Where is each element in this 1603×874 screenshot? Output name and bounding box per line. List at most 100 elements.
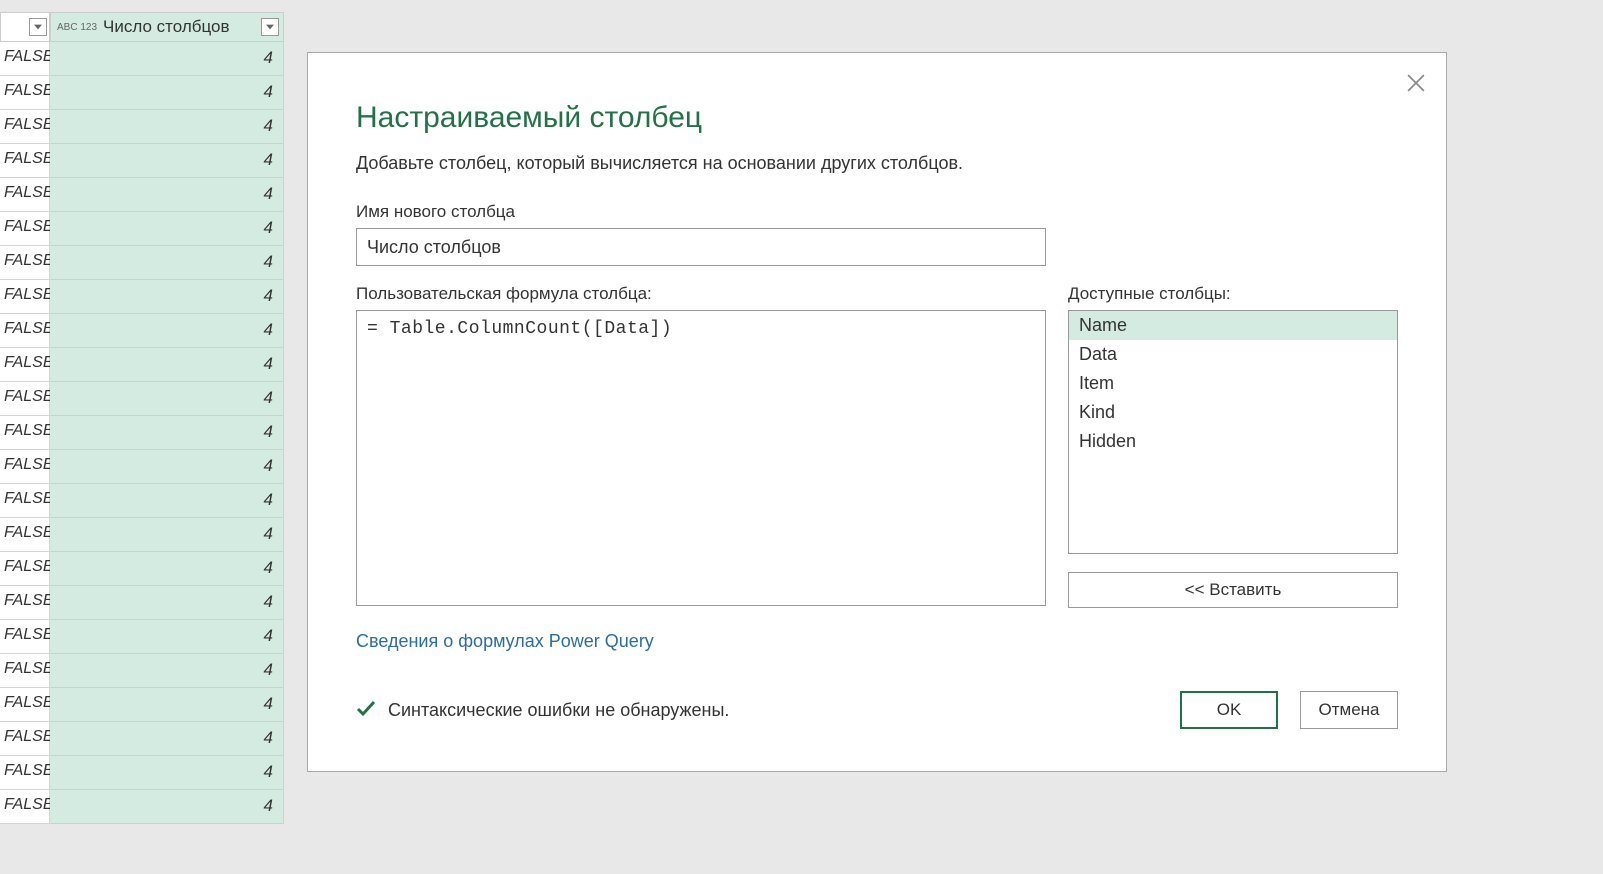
dialog-subtitle: Добавьте столбец, который вычисляется на… [356, 153, 1398, 174]
cell-col2: 4 [50, 246, 284, 280]
table-row[interactable]: FALSE4 [0, 484, 284, 518]
cancel-button[interactable]: Отмена [1300, 691, 1398, 729]
table-row[interactable]: FALSE4 [0, 586, 284, 620]
cell-col2: 4 [50, 144, 284, 178]
close-icon [1407, 74, 1425, 92]
cell-col1: FALSE [0, 450, 50, 484]
cell-col2: 4 [50, 722, 284, 756]
cell-col1: FALSE [0, 178, 50, 212]
cell-col1: FALSE [0, 246, 50, 280]
cell-col1: FALSE [0, 484, 50, 518]
available-columns-list[interactable]: NameDataItemKindHidden [1068, 310, 1398, 554]
table-row[interactable]: FALSE4 [0, 688, 284, 722]
cell-col1: FALSE [0, 756, 50, 790]
cell-col1: FALSE [0, 552, 50, 586]
cell-col2: 4 [50, 178, 284, 212]
help-link[interactable]: Сведения о формулах Power Query [356, 631, 654, 652]
table-row[interactable]: FALSE4 [0, 552, 284, 586]
cell-col1: FALSE [0, 586, 50, 620]
table-row[interactable]: FALSE4 [0, 314, 284, 348]
table-row[interactable]: FALSE4 [0, 620, 284, 654]
table-row[interactable]: FALSE4 [0, 654, 284, 688]
cell-col2: 4 [50, 552, 284, 586]
cell-col2: 4 [50, 382, 284, 416]
dropdown-button[interactable] [29, 18, 47, 36]
cell-col2: 4 [50, 790, 284, 824]
chevron-down-icon [266, 24, 274, 30]
cell-col1: FALSE [0, 722, 50, 756]
cell-col2: 4 [50, 280, 284, 314]
cell-col1: FALSE [0, 620, 50, 654]
table-row[interactable]: FALSE4 [0, 382, 284, 416]
cell-col2: 4 [50, 654, 284, 688]
status-text: Синтаксические ошибки не обнаружены. [388, 700, 729, 721]
cell-col1: FALSE [0, 348, 50, 382]
table-row[interactable]: FALSE4 [0, 246, 284, 280]
insert-button[interactable]: << Вставить [1068, 572, 1398, 608]
ok-button[interactable]: OK [1180, 691, 1278, 729]
cell-col2: 4 [50, 42, 284, 76]
cell-col1: FALSE [0, 416, 50, 450]
list-item[interactable]: Data [1069, 340, 1397, 369]
cell-col2: 4 [50, 688, 284, 722]
cell-col2: 4 [50, 416, 284, 450]
table-row[interactable]: FALSE4 [0, 144, 284, 178]
table-row[interactable]: FALSE4 [0, 790, 284, 824]
table-row[interactable]: FALSE4 [0, 178, 284, 212]
cell-col2: 4 [50, 348, 284, 382]
table-row[interactable]: FALSE4 [0, 756, 284, 790]
list-item[interactable]: Item [1069, 369, 1397, 398]
table-row[interactable]: FALSE4 [0, 212, 284, 246]
cell-col1: FALSE [0, 110, 50, 144]
column-header-label: Число столбцов [103, 17, 229, 37]
close-button[interactable] [1404, 71, 1428, 95]
cell-col2: 4 [50, 314, 284, 348]
table-row[interactable]: FALSE4 [0, 280, 284, 314]
cell-col2: 4 [50, 110, 284, 144]
cell-col1: FALSE [0, 790, 50, 824]
cell-col2: 4 [50, 518, 284, 552]
cell-col2: 4 [50, 76, 284, 110]
column-header-1[interactable] [0, 12, 50, 42]
list-item[interactable]: Name [1069, 311, 1397, 340]
available-columns-label: Доступные столбцы: [1068, 284, 1398, 304]
name-label: Имя нового столбца [356, 202, 1398, 222]
cell-col2: 4 [50, 756, 284, 790]
table-row[interactable]: FALSE4 [0, 42, 284, 76]
cell-col1: FALSE [0, 280, 50, 314]
formula-label: Пользовательская формула столбца: [356, 284, 1046, 304]
chevron-down-icon [34, 24, 42, 30]
table-row[interactable]: FALSE4 [0, 348, 284, 382]
cell-col1: FALSE [0, 688, 50, 722]
dialog-title: Настраиваемый столбец [356, 101, 1398, 135]
status-row: Синтаксические ошибки не обнаружены. [356, 698, 729, 723]
column-name-input[interactable] [356, 228, 1046, 266]
list-item[interactable]: Hidden [1069, 427, 1397, 456]
cell-col1: FALSE [0, 314, 50, 348]
table-row[interactable]: FALSE4 [0, 518, 284, 552]
table-row[interactable]: FALSE4 [0, 722, 284, 756]
formula-textarea[interactable] [356, 310, 1046, 606]
cell-col1: FALSE [0, 212, 50, 246]
cell-col1: FALSE [0, 144, 50, 178]
table-row[interactable]: FALSE4 [0, 76, 284, 110]
background-grid: ABC 123 Число столбцов FALSE4FALSE4FALSE… [0, 12, 284, 824]
cell-col2: 4 [50, 484, 284, 518]
grid-header-row: ABC 123 Число столбцов [0, 12, 284, 42]
cell-col2: 4 [50, 586, 284, 620]
table-row[interactable]: FALSE4 [0, 416, 284, 450]
cell-col1: FALSE [0, 382, 50, 416]
table-row[interactable]: FALSE4 [0, 110, 284, 144]
column-header-2[interactable]: ABC 123 Число столбцов [50, 12, 284, 42]
list-item[interactable]: Kind [1069, 398, 1397, 427]
dropdown-button[interactable] [261, 18, 279, 36]
check-icon [356, 698, 376, 723]
cell-col1: FALSE [0, 76, 50, 110]
cell-col2: 4 [50, 212, 284, 246]
datatype-icon: ABC 123 [57, 23, 97, 32]
cell-col1: FALSE [0, 42, 50, 76]
table-row[interactable]: FALSE4 [0, 450, 284, 484]
cell-col1: FALSE [0, 654, 50, 688]
cell-col1: FALSE [0, 518, 50, 552]
custom-column-dialog: Настраиваемый столбец Добавьте столбец, … [307, 52, 1447, 772]
